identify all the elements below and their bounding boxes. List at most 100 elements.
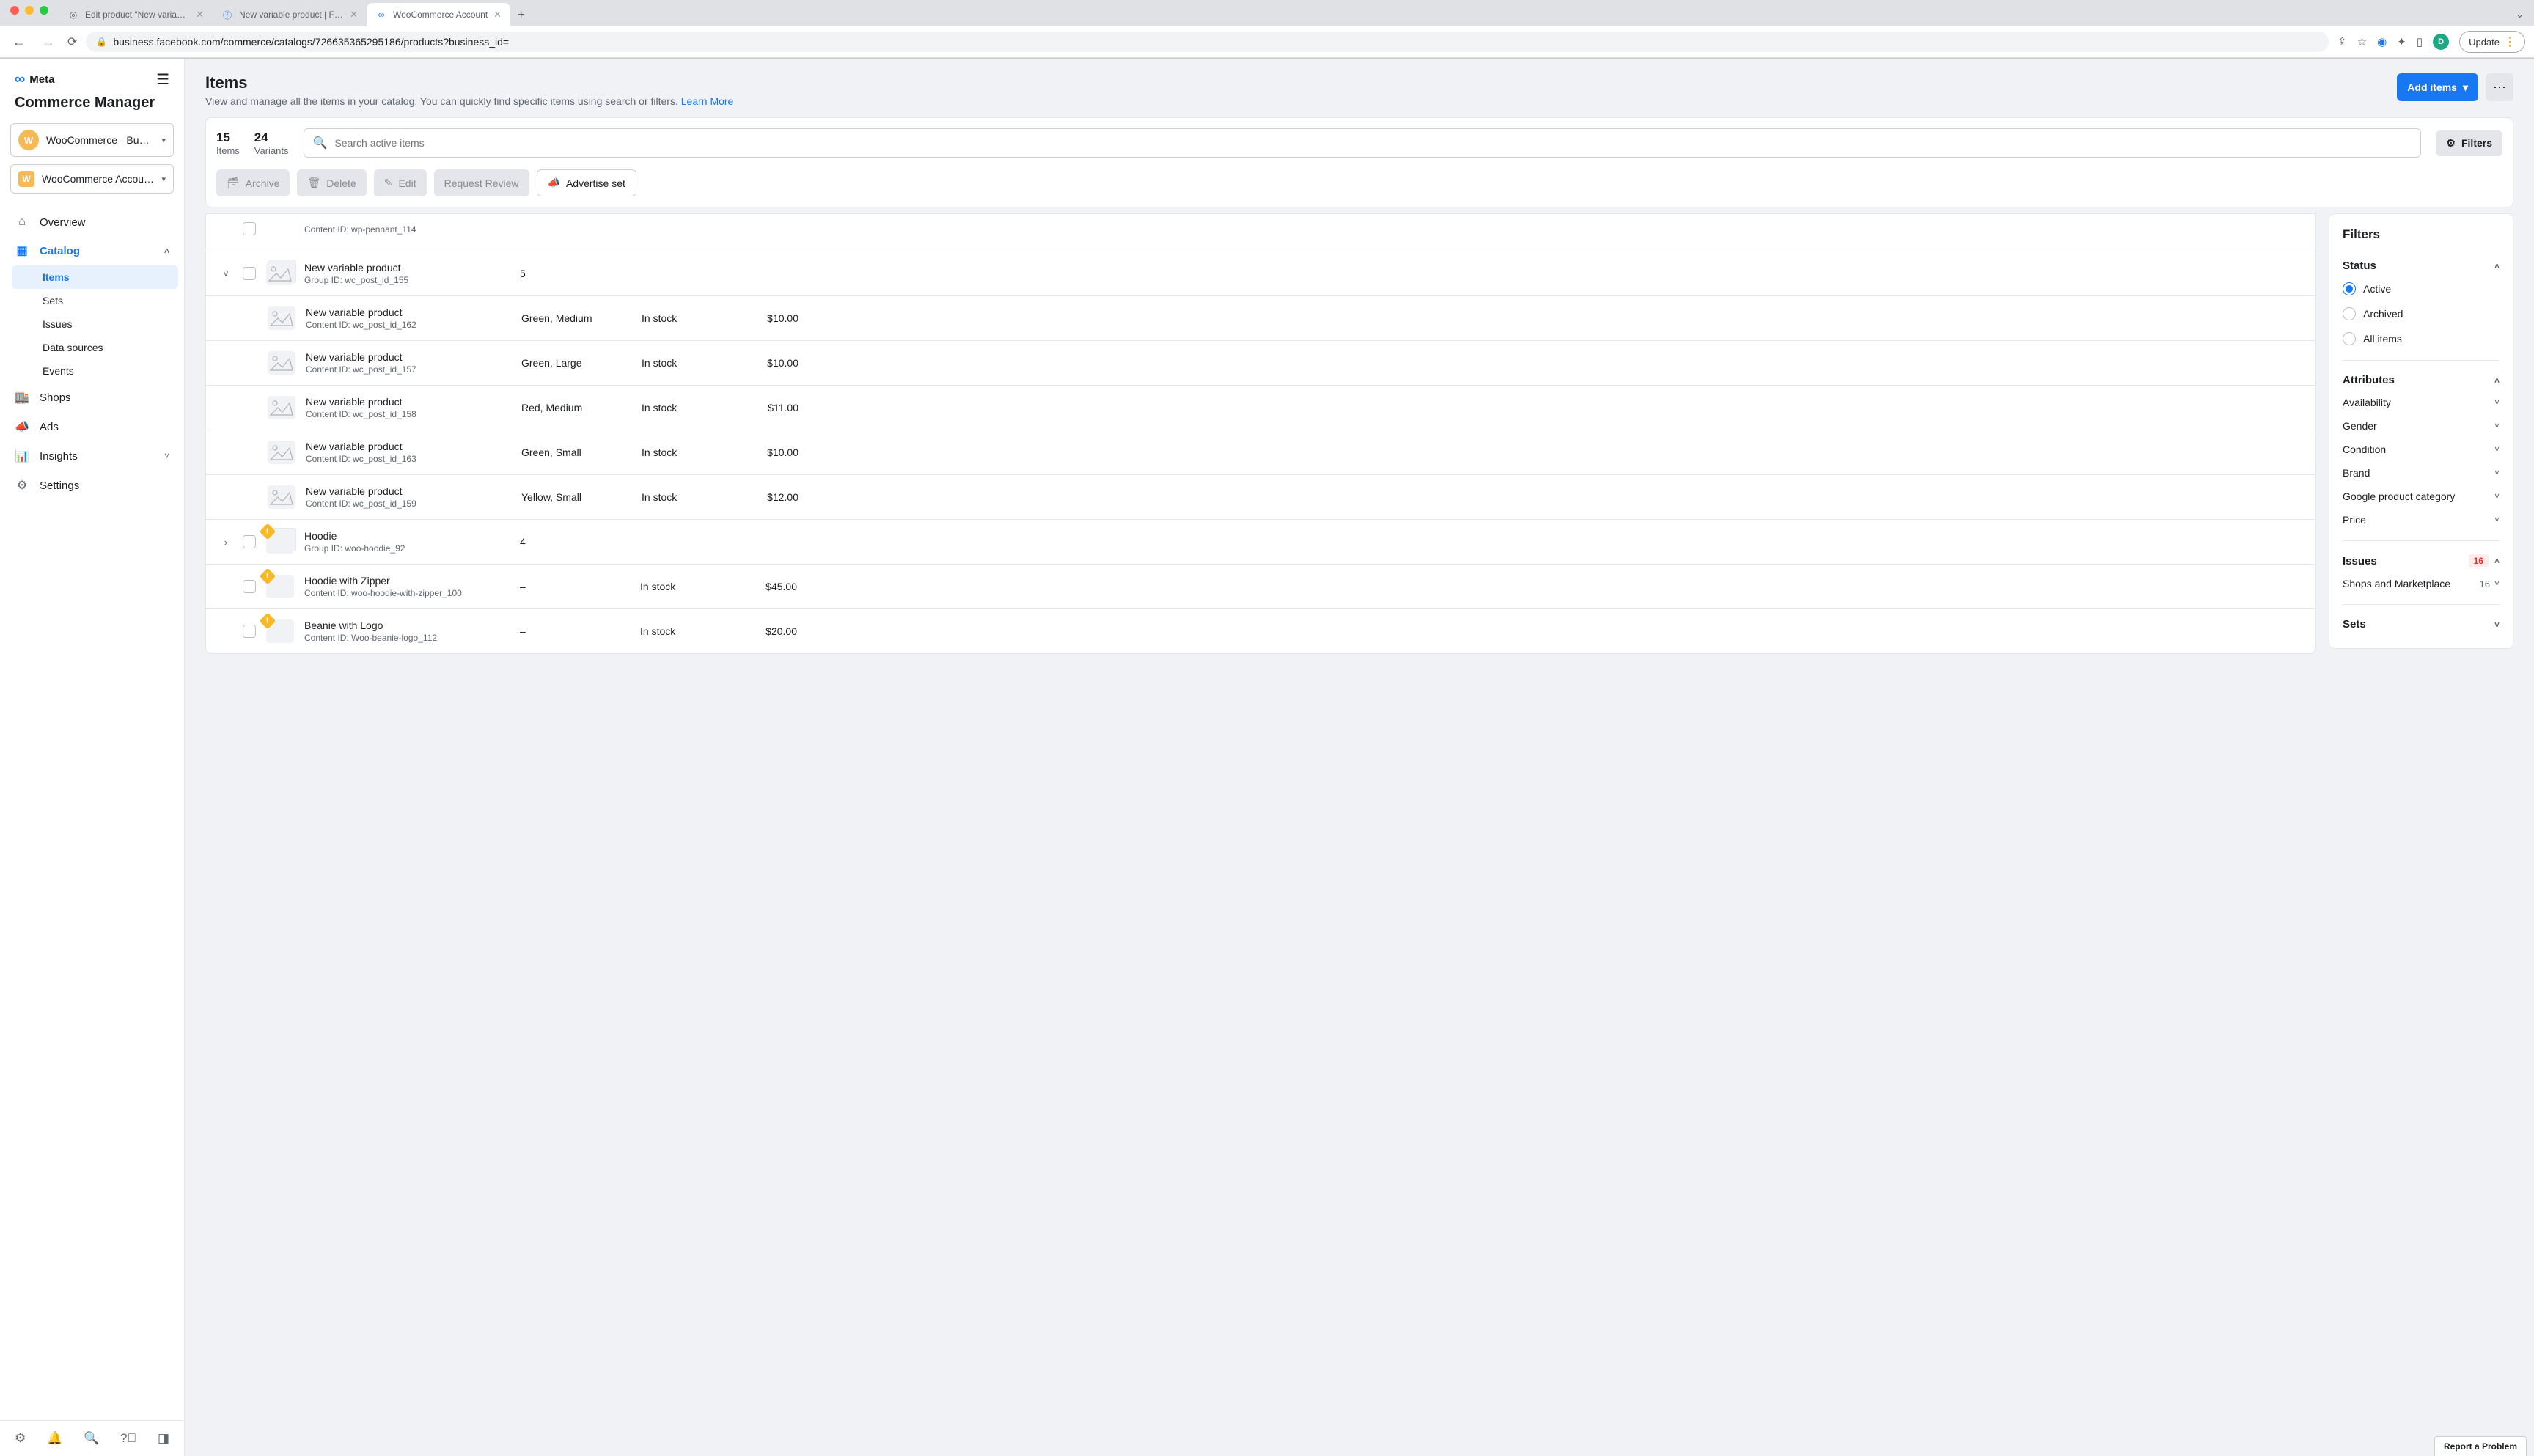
nav-overview[interactable]: ⌂ Overview xyxy=(0,208,184,236)
chevron-down-icon[interactable]: ⌄ xyxy=(2516,9,2524,21)
more-button[interactable]: ⋯ xyxy=(2486,73,2513,101)
trash-icon: 🗑 xyxy=(307,177,320,189)
share-icon[interactable]: ⇪ xyxy=(2337,35,2347,48)
close-icon[interactable]: ✕ xyxy=(493,9,502,21)
row-checkbox[interactable] xyxy=(243,267,256,280)
edit-button[interactable]: ✎ Edit xyxy=(374,169,427,196)
table-row[interactable]: New variable productContent ID: wc_post_… xyxy=(206,386,2315,430)
puzzle-icon[interactable]: ✦ xyxy=(2397,35,2406,48)
search-wrap[interactable]: 🔍 xyxy=(304,128,2422,158)
filter-attributes: Attributes ˄ Availability˅Gender˅Conditi… xyxy=(2343,369,2500,532)
minimize-window[interactable] xyxy=(25,6,34,15)
item-name: New variable product xyxy=(306,485,511,497)
nav-shops[interactable]: 🏬 Shops xyxy=(0,383,184,412)
attribute-row[interactable]: Gender˅ xyxy=(2343,414,2500,438)
sets-header[interactable]: Sets ˅ xyxy=(2343,614,2500,635)
nav-insights[interactable]: 📊 Insights ˅ xyxy=(0,441,184,471)
row-checkbox[interactable] xyxy=(243,535,256,548)
attribute-row[interactable]: Google product category˅ xyxy=(2343,485,2500,508)
delete-button[interactable]: 🗑 Delete xyxy=(297,169,366,196)
nav-ads[interactable]: 📣 Ads xyxy=(0,412,184,441)
row-checkbox[interactable] xyxy=(243,222,256,235)
item-info: New variable productContent ID: wc_post_… xyxy=(306,351,511,375)
variants-count: 24 Variants xyxy=(254,130,289,156)
item-id: Content ID: Woo-beanie-logo_112 xyxy=(304,633,510,643)
filters-button[interactable]: ⚙ Filters xyxy=(2436,130,2502,156)
status-active[interactable]: Active xyxy=(2343,276,2500,301)
subnav-sets[interactable]: Sets xyxy=(12,289,178,312)
content-row: Content ID: wp-pennant_114˅New variable … xyxy=(205,213,2513,654)
row-checkbox[interactable] xyxy=(243,625,256,638)
status-all[interactable]: All items xyxy=(2343,326,2500,351)
browser-tab-2[interactable]: ⓕ New variable product | Facebo… ✕ xyxy=(213,3,367,26)
edit-label: Edit xyxy=(398,177,416,189)
subnav-data-sources[interactable]: Data sources xyxy=(12,336,178,359)
search-icon[interactable]: 🔍 xyxy=(84,1431,99,1446)
panel-icon[interactable]: ◨ xyxy=(158,1431,169,1446)
tab-strip: ◎ Edit product "New variable pro… ✕ ⓕ Ne… xyxy=(0,3,2534,26)
profile-avatar[interactable]: D xyxy=(2433,34,2449,50)
table-row[interactable]: Hoodie with ZipperContent ID: woo-hoodie… xyxy=(206,565,2315,609)
reload-button[interactable]: ⟳ xyxy=(67,34,77,49)
table-row[interactable]: Beanie with LogoContent ID: Woo-beanie-l… xyxy=(206,609,2315,653)
attributes-header[interactable]: Attributes ˄ xyxy=(2343,369,2500,391)
meta-logo[interactable]: ∞ Meta xyxy=(15,71,54,88)
table-row[interactable]: ˅New variable productGroup ID: wc_post_i… xyxy=(206,251,2315,296)
subnav-issues[interactable]: Issues xyxy=(12,312,178,336)
attribute-row[interactable]: Condition˅ xyxy=(2343,438,2500,461)
archive-button[interactable]: 🗃 Archive xyxy=(216,169,290,196)
browser-tab-1[interactable]: ◎ Edit product "New variable pro… ✕ xyxy=(59,3,213,26)
issues-shops-marketplace[interactable]: Shops and Marketplace 16 ˅ xyxy=(2343,572,2500,595)
back-button[interactable]: ← xyxy=(9,34,29,50)
star-icon[interactable]: ☆ xyxy=(2357,35,2367,48)
account-badge: W xyxy=(18,171,34,187)
nav-catalog[interactable]: ▦ Catalog ˄ xyxy=(0,236,184,265)
business-badge: W xyxy=(18,130,39,150)
hamburger-icon[interactable]: ☰ xyxy=(156,70,169,89)
close-icon[interactable]: ✕ xyxy=(350,9,358,21)
chevron-down-icon[interactable]: ˅ xyxy=(219,268,232,279)
forward-button[interactable]: → xyxy=(38,34,59,50)
close-icon[interactable]: ✕ xyxy=(196,9,204,21)
status-header[interactable]: Status ˄ xyxy=(2343,255,2500,276)
sidebar-header: ∞ Meta ☰ xyxy=(0,59,184,95)
table-row[interactable]: New variable productContent ID: wc_post_… xyxy=(206,341,2315,386)
close-window[interactable] xyxy=(10,6,19,15)
table-row[interactable]: New variable productContent ID: wc_post_… xyxy=(206,296,2315,341)
status-archived[interactable]: Archived xyxy=(2343,301,2500,326)
add-items-button[interactable]: Add items ▾ xyxy=(2397,73,2478,101)
browser-tab-3[interactable]: ∞ WooCommerce Account ✕ xyxy=(367,3,510,26)
panel-icon[interactable]: ▯ xyxy=(2417,35,2423,48)
subnav-items[interactable]: Items xyxy=(12,265,178,289)
table-row[interactable]: Content ID: wp-pennant_114 xyxy=(206,214,2315,251)
attribute-row[interactable]: Price˅ xyxy=(2343,508,2500,532)
business-selector[interactable]: W WooCommerce - Busine… ▾ xyxy=(10,123,174,157)
request-review-button[interactable]: Request Review xyxy=(434,169,529,196)
help-icon[interactable]: ?⃝ xyxy=(120,1431,136,1446)
chevron-down-icon: ˅ xyxy=(2494,619,2500,630)
table-row[interactable]: ›HoodieGroup ID: woo-hoodie_924 xyxy=(206,520,2315,565)
learn-more-link[interactable]: Learn More xyxy=(681,95,734,107)
issue-sub-label: Shops and Marketplace xyxy=(2343,578,2450,589)
issues-header[interactable]: Issues 16 ˄ xyxy=(2343,550,2500,572)
chevron-right-icon[interactable]: › xyxy=(219,537,232,548)
maximize-window[interactable] xyxy=(40,6,48,15)
update-button[interactable]: Update ⋮ xyxy=(2459,31,2525,53)
gear-icon[interactable]: ⚙ xyxy=(15,1431,26,1446)
advertise-set-button[interactable]: 📣 Advertise set xyxy=(537,169,636,196)
search-input[interactable] xyxy=(334,137,2412,149)
row-checkbox[interactable] xyxy=(243,580,256,593)
report-problem-button[interactable]: Report a Problem xyxy=(2434,1436,2527,1456)
address-bar[interactable]: 🔒 business.facebook.com/commerce/catalog… xyxy=(86,32,2329,52)
bell-icon[interactable]: 🔔 xyxy=(47,1431,62,1446)
attribute-row[interactable]: Brand˅ xyxy=(2343,461,2500,485)
attribute-row[interactable]: Availability˅ xyxy=(2343,391,2500,414)
filter-status: Status ˄ Active Archived All items xyxy=(2343,255,2500,351)
nav-settings[interactable]: ⚙ Settings xyxy=(0,471,184,500)
table-row[interactable]: New variable productContent ID: wc_post_… xyxy=(206,475,2315,520)
subnav-events[interactable]: Events xyxy=(12,359,178,383)
table-row[interactable]: New variable productContent ID: wc_post_… xyxy=(206,430,2315,475)
new-tab-button[interactable]: + xyxy=(510,4,532,26)
account-selector[interactable]: W WooCommerce Account (111… ▾ xyxy=(10,164,174,194)
extension-icon[interactable]: ◉ xyxy=(2377,35,2387,48)
